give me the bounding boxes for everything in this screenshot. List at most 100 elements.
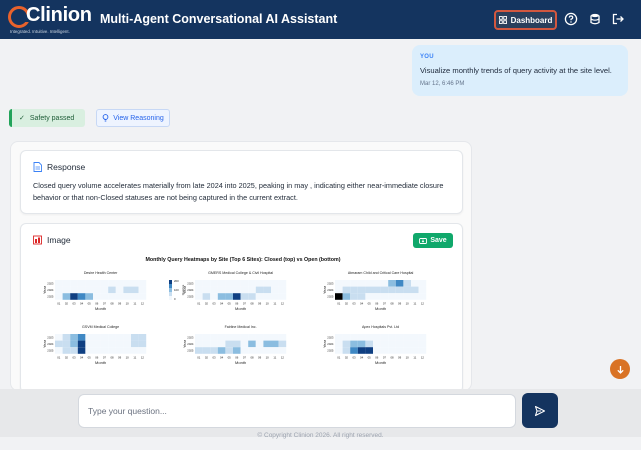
month-tick-label: 07 [243, 301, 247, 305]
question-input[interactable] [78, 394, 516, 428]
month-tick-label: 10 [266, 301, 270, 305]
month-tick-label: 05 [228, 355, 232, 359]
heatmap-panels: Desire Health Center20232024202501 02 03 04… [42, 271, 427, 365]
year-tick-label: 2023 [327, 336, 334, 340]
database-icon[interactable] [588, 12, 602, 26]
dashboard-button[interactable]: Dashboard [494, 10, 557, 30]
heatmap-cell [93, 334, 101, 341]
logout-icon[interactable] [611, 12, 625, 26]
heatmap-cell [403, 280, 411, 287]
heatmap-cell [93, 340, 101, 348]
heatmap-cell [373, 347, 381, 354]
month-tick-label: 12 [141, 301, 145, 305]
colorbar-segment [169, 284, 172, 288]
view-reasoning-button[interactable]: View Reasoning [96, 109, 170, 127]
image-card: Image Save Monthly Query Heatmaps by Sit… [20, 223, 463, 393]
year-tick-label: 2024 [187, 342, 194, 346]
heatmap-cell [217, 347, 226, 354]
month-tick-label: 02 [205, 301, 209, 305]
save-label: Save [430, 237, 447, 244]
heatmap-cell [418, 280, 427, 287]
heatmap-cell [403, 340, 411, 348]
heatmap-cell [70, 286, 78, 294]
y-axis-label: Year [42, 285, 47, 294]
heatmap-cell [357, 280, 366, 287]
heatmap-cell [380, 334, 389, 341]
heatmap-cell [233, 280, 241, 287]
heatmap-cell [403, 334, 411, 341]
heatmap-cell [271, 347, 279, 354]
view-reasoning-label: View Reasoning [113, 114, 164, 122]
app-title: Multi-Agent Conversational AI Assistant [100, 12, 338, 26]
heatmap-panel: Desire Health Center 2023 2024 202501 02 03 04… [42, 271, 147, 311]
scroll-down-button[interactable] [610, 359, 630, 379]
heatmap-cell [195, 286, 203, 294]
heatmap-cell [278, 286, 287, 294]
heatmap-cell [210, 293, 218, 300]
logo-tagline: Integrated. Intuitive. Intelligent. [10, 29, 70, 34]
heatmap-cell [202, 347, 211, 354]
help-icon[interactable] [564, 12, 578, 26]
y-axis-label: Year [322, 285, 327, 294]
send-button[interactable] [522, 393, 558, 428]
x-axis-label: Month [235, 360, 246, 365]
save-button[interactable]: Save [413, 233, 453, 248]
heatmap-cell [278, 334, 287, 341]
month-tick-label: 07 [243, 355, 247, 359]
x-axis-label: Month [235, 306, 246, 311]
year-tick-label: 2023 [47, 336, 54, 340]
heatmap-cell [342, 347, 351, 354]
heatmap-cell [123, 286, 131, 294]
heatmap-cell [263, 293, 271, 300]
colorbar-segment [169, 296, 172, 300]
clinion-logo[interactable]: Clinion Integrated. Intuitive. Intellige… [8, 4, 92, 34]
user-message-label: YOU [420, 54, 434, 60]
heatmap-cell [195, 280, 203, 287]
month-tick-label: 01 [337, 355, 341, 359]
x-axis-label: Month [95, 360, 106, 365]
heatmap-cell [342, 334, 351, 341]
heatmap-cell [93, 286, 101, 294]
panel-title: GMERS Medical College & Civil Hospital [208, 271, 273, 275]
y-axis-label: Year [42, 339, 47, 348]
heatmap-cell [70, 347, 78, 354]
heatmap-cell [108, 286, 116, 294]
colorbar-segment [169, 292, 172, 296]
heatmap-cell [210, 286, 218, 294]
heatmap-cell [93, 347, 101, 354]
heatmap-cell [85, 334, 93, 341]
x-axis-label: Month [95, 306, 106, 311]
heatmap-cell [100, 286, 109, 294]
heatmap-cell [195, 334, 203, 341]
safety-badge: ✓ Safety passed [9, 109, 85, 127]
user-message-bubble: YOU Visualize monthly trends of query ac… [412, 45, 628, 96]
x-axis-label: Month [375, 360, 386, 365]
heatmap-cell [195, 340, 203, 348]
month-tick-label: 07 [383, 355, 387, 359]
heatmap-cell [55, 334, 63, 341]
heatmap-panel: Fairline Medical Inc. 2023 2024 202501 02 03 0… [182, 325, 287, 365]
heatmap-cell [403, 286, 411, 294]
heatmap-cell [263, 340, 271, 348]
heatmap-cell [335, 340, 343, 348]
heatmap-cell [342, 340, 351, 348]
heatmap-cell [342, 286, 351, 294]
heatmap-cell [217, 334, 226, 341]
heatmap-cell [62, 293, 71, 300]
month-tick-label: 12 [281, 355, 285, 359]
heatmap-cell [77, 293, 86, 300]
heatmap-cell [138, 286, 147, 294]
month-tick-label: 05 [88, 355, 92, 359]
grid-icon [498, 16, 507, 24]
heatmap-cell [418, 286, 427, 294]
heatmap-cell [248, 280, 256, 287]
heatmap-cell [388, 334, 396, 341]
heatmap-chart: Monthly Query Heatmaps by Site (Top 6 Si… [42, 257, 427, 365]
heatmap-cell [85, 293, 93, 300]
heatmap-cell [411, 280, 419, 287]
heatmap-cell [388, 340, 396, 348]
heatmap-cell [373, 286, 381, 294]
panel-title: Desire Health Center [84, 271, 118, 275]
month-tick-label: 08 [390, 355, 394, 359]
year-tick-label: 2025 [327, 349, 334, 353]
